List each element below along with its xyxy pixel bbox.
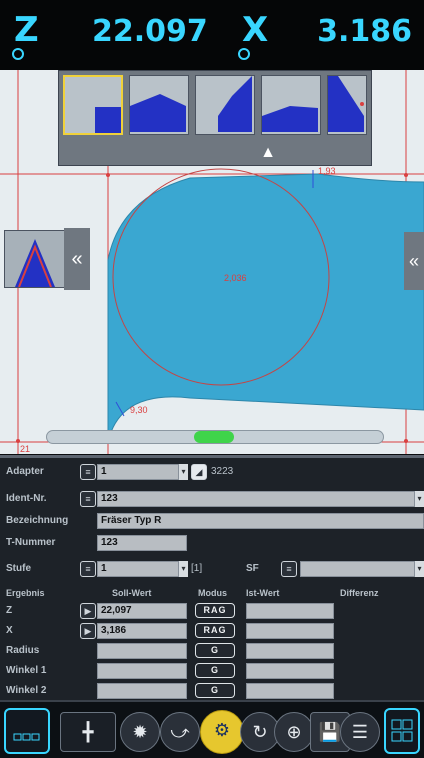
tool-shape-edge-thumb[interactable] xyxy=(327,75,367,135)
tnummer-row: T-Nummer 123 xyxy=(0,532,424,554)
stufe-label: Stufe xyxy=(6,563,31,574)
mode-button[interactable]: G xyxy=(195,643,235,658)
tool-shape-bevel-thumb[interactable] xyxy=(261,75,321,135)
ist-field xyxy=(246,623,334,639)
list-icon[interactable]: ≡ xyxy=(281,561,297,577)
list-icon[interactable]: ≡ xyxy=(80,561,96,577)
z-position-value: 22.097 xyxy=(92,14,208,49)
sf-label: SF xyxy=(246,563,259,574)
stufe-count: [1] xyxy=(191,563,203,574)
tool-shape-strip: ▲ xyxy=(58,70,372,166)
ident-row: Ident-Nr. ≡ 123 ▾ xyxy=(0,488,424,510)
mode-button[interactable]: G xyxy=(195,663,235,678)
profile-icon[interactable]: ⤻ xyxy=(160,712,200,752)
differenz-header: Differenz xyxy=(340,588,379,598)
adapter-code: 3223 xyxy=(211,466,234,477)
adapter-select[interactable]: 1 xyxy=(97,464,187,480)
adapter-image-icon[interactable]: ◢ xyxy=(191,464,207,480)
chevron-down-icon[interactable]: ▾ xyxy=(178,561,188,577)
list-icon[interactable]: ≡ xyxy=(80,464,96,480)
ist-field xyxy=(246,663,334,679)
bottom-toolbar: ╋ ✹ ⤻ ⚙ ↻ ⊕ 💾 ☰ xyxy=(0,700,424,758)
tool-shape-square-thumb[interactable] xyxy=(63,75,123,135)
play-icon[interactable]: ▶ xyxy=(80,623,96,639)
result-name: Radius xyxy=(6,645,40,656)
dimension-label: 9,30 xyxy=(130,405,148,415)
collapse-up-icon[interactable]: ▲ xyxy=(259,145,277,161)
ist-field xyxy=(246,683,334,699)
result-name: X xyxy=(6,625,13,636)
chevron-down-icon[interactable]: ▾ xyxy=(414,491,424,507)
result-name: Z xyxy=(6,605,13,616)
x-position-value: 3.186 xyxy=(317,14,412,49)
dro-display: Z 22.097 X 3.186 xyxy=(0,0,424,70)
x-axis-label: X xyxy=(242,10,269,50)
result-row-radius: Radius G xyxy=(0,640,424,662)
modus-header: Modus xyxy=(198,588,227,598)
ident-select[interactable]: 123 xyxy=(97,491,415,507)
tool-data-panel: Adapter ≡ 1 ▾ ◢ 3223 Ident-Nr. ≡ 123 ▾ B… xyxy=(0,455,424,700)
soll-field[interactable] xyxy=(97,643,187,659)
result-row-winkel-1: Winkel 1 G xyxy=(0,660,424,682)
database-icon[interactable]: ☰ xyxy=(340,712,380,752)
soll-field[interactable] xyxy=(97,683,187,699)
soll-field[interactable]: 3,186 xyxy=(97,623,187,639)
sf-select[interactable] xyxy=(300,561,424,577)
dimension-label: 21 xyxy=(20,444,31,454)
tool-shape-taper-thumb[interactable] xyxy=(129,75,189,135)
stufe-select[interactable]: 1 xyxy=(97,561,187,577)
menu-dots-button[interactable] xyxy=(4,708,50,754)
measure-active-icon[interactable]: ⚙ xyxy=(200,710,244,754)
result-name: Winkel 2 xyxy=(6,685,47,696)
tool-shape-angle-thumb[interactable] xyxy=(195,75,255,135)
ist-field xyxy=(246,643,334,659)
result-row-z: Z ▶ 22,097 RAG xyxy=(0,600,424,622)
dimension-label: 2,036 xyxy=(224,273,247,283)
ist-field xyxy=(246,603,334,619)
soll-header: Soll-Wert xyxy=(112,588,152,598)
soll-field[interactable] xyxy=(97,663,187,679)
view-scroll-thumb[interactable] xyxy=(194,431,234,443)
grid-menu-button[interactable] xyxy=(384,708,420,754)
bezeichnung-row: Bezeichnung Fräser Typ R xyxy=(0,510,424,532)
expand-right-icon[interactable]: « xyxy=(404,232,424,290)
chevron-down-icon[interactable]: ▾ xyxy=(414,561,424,577)
play-icon[interactable]: ▶ xyxy=(80,603,96,619)
ergebnis-header: Ergebnis xyxy=(6,588,45,598)
result-row-winkel-2: Winkel 2 G xyxy=(0,680,424,702)
soll-field[interactable]: 22,097 xyxy=(97,603,187,619)
adapter-row: Adapter ≡ 1 ▾ ◢ 3223 xyxy=(0,461,424,483)
expand-left-icon[interactable]: « xyxy=(64,228,90,290)
tool-preview-thumb[interactable] xyxy=(4,230,66,288)
result-row-x: X ▶ 3,186 RAG xyxy=(0,620,424,642)
bezeichnung-field[interactable]: Fräser Typ R xyxy=(97,513,424,529)
z-axis-label: Z xyxy=(14,10,39,50)
result-name: Winkel 1 xyxy=(6,665,47,676)
dimension-label: 1,93 xyxy=(318,166,336,176)
mode-button[interactable]: RAG xyxy=(195,623,235,638)
bezeichnung-label: Bezeichnung xyxy=(6,515,69,526)
turret-icon[interactable]: ✹ xyxy=(120,712,160,752)
tnummer-field[interactable]: 123 xyxy=(97,535,187,551)
mode-button[interactable]: RAG xyxy=(195,603,235,618)
tnummer-label: T-Nummer xyxy=(6,537,56,548)
stufe-row: Stufe ≡ 1 ▾ [1] SF ≡ ▾ xyxy=(0,558,424,580)
chevron-down-icon[interactable]: ▾ xyxy=(178,464,188,480)
ist-header: Ist-Wert xyxy=(246,588,280,598)
tool-holder-icon[interactable]: ╋ xyxy=(60,712,116,752)
ident-label: Ident-Nr. xyxy=(6,493,47,504)
crosshair-icon[interactable]: ⊕ xyxy=(274,712,314,752)
list-icon[interactable]: ≡ xyxy=(80,491,96,507)
adapter-label: Adapter xyxy=(6,466,44,477)
mode-button[interactable]: G xyxy=(195,683,235,698)
